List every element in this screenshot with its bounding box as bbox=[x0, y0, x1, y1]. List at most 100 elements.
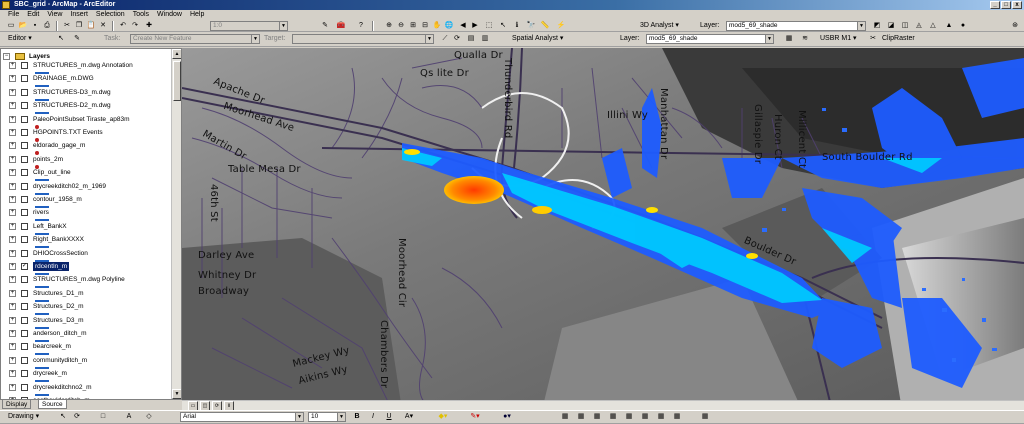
drawing-tool-icon-2[interactable]: ▦ bbox=[576, 412, 586, 422]
3d-layer-combo[interactable]: mod5_69_shade ▼ bbox=[726, 21, 866, 31]
scroll-thumb[interactable] bbox=[173, 61, 181, 101]
select-elements-tool-icon[interactable]: ↖ bbox=[58, 412, 68, 422]
scroll-down-icon[interactable]: ▼ bbox=[172, 389, 181, 399]
layer-visibility-checkbox[interactable] bbox=[21, 196, 28, 203]
menu-edit[interactable]: Edit bbox=[27, 10, 39, 20]
font-color-icon[interactable]: A▾ bbox=[404, 412, 414, 422]
save-icon[interactable]: ▪ bbox=[30, 21, 40, 31]
clipraster-button[interactable]: ClipRaster bbox=[882, 34, 915, 44]
drawing-tool-icon-3[interactable]: ▦ bbox=[592, 412, 602, 422]
expand-icon[interactable]: + bbox=[9, 75, 16, 83]
whats-this-icon[interactable]: ? bbox=[356, 21, 366, 31]
toc-layer-item[interactable]: + Structures_D1_m bbox=[1, 289, 173, 298]
drawing-tool-icon-9[interactable]: ▦ bbox=[700, 412, 710, 422]
layer-visibility-checkbox[interactable] bbox=[21, 142, 28, 150]
expand-icon[interactable]: + bbox=[9, 330, 16, 337]
toc-layer-item[interactable]: + PaleoPointSubset Tiraste_ap83m bbox=[1, 115, 173, 124]
menu-insert[interactable]: Insert bbox=[70, 10, 88, 20]
full-extent-icon[interactable]: 🌐 bbox=[444, 21, 454, 31]
toc-layer-item[interactable]: + DHIOCrossSection bbox=[1, 249, 173, 258]
editor-toolbar-icon[interactable]: ✎ bbox=[320, 21, 330, 31]
layer-visibility-checkbox[interactable] bbox=[21, 129, 28, 136]
toc-layer-item[interactable]: + anderson_ditch_m bbox=[1, 329, 173, 338]
expand-icon[interactable]: + bbox=[9, 316, 16, 324]
add-data-icon[interactable]: ✚ bbox=[144, 21, 154, 31]
toc-layer-item[interactable]: + ✓ rdcentln_m bbox=[1, 262, 173, 271]
toc-layer-item[interactable]: + points_2m bbox=[1, 155, 173, 164]
layer-visibility-checkbox[interactable] bbox=[21, 276, 28, 284]
toc-layer-item[interactable]: + drycreekditch02_m_1969 bbox=[1, 182, 173, 191]
rotate-tool-icon[interactable]: ⟳ bbox=[452, 34, 462, 44]
zoom-in-icon[interactable]: ⊕ bbox=[384, 21, 394, 31]
toc-layer-item[interactable]: + Left_BankX bbox=[1, 222, 173, 231]
expand-icon[interactable]: + bbox=[9, 142, 16, 150]
3d-tool-icon-5[interactable]: △ bbox=[928, 21, 938, 31]
menu-tools[interactable]: Tools bbox=[133, 10, 149, 20]
layer-visibility-checkbox[interactable] bbox=[21, 88, 28, 96]
toc-layer-item[interactable]: + communityditch_m bbox=[1, 356, 173, 365]
toc-layer-item[interactable]: + DRAINAGE_m.DWG bbox=[1, 74, 173, 83]
cut-icon[interactable]: ✂ bbox=[62, 21, 72, 31]
rectangle-tool-icon[interactable]: □ bbox=[98, 412, 108, 422]
expand-icon[interactable]: + bbox=[9, 236, 16, 244]
toc-layer-item[interactable]: + STRUCTURES-D2_m.dwg bbox=[1, 101, 173, 110]
layer-visibility-checkbox[interactable] bbox=[21, 316, 28, 324]
paste-icon[interactable]: 📋 bbox=[86, 21, 96, 31]
toc-layer-item[interactable]: + contour_1958_m bbox=[1, 195, 173, 204]
layer-visibility-checkbox[interactable] bbox=[21, 155, 28, 163]
toc-layer-item[interactable]: + STRUCTURES_m.dwg Polyline bbox=[1, 275, 173, 284]
layer-visibility-checkbox[interactable] bbox=[21, 75, 28, 83]
fixed-zoom-out-icon[interactable]: ⊟ bbox=[420, 21, 430, 31]
bold-button[interactable]: B bbox=[352, 412, 362, 422]
back-extent-icon[interactable]: ◀ bbox=[458, 21, 468, 31]
layer-visibility-checkbox[interactable]: ✓ bbox=[21, 263, 28, 270]
histogram-icon[interactable]: ▦ bbox=[784, 34, 794, 44]
arcscene-icon[interactable]: ▲ bbox=[944, 21, 954, 31]
toc-layer-item[interactable]: + STRUCTURES_m.dwg Annotation bbox=[1, 61, 173, 70]
3d-tool-icon-4[interactable]: ◬ bbox=[914, 21, 924, 31]
expand-icon[interactable]: + bbox=[9, 263, 16, 270]
menu-selection[interactable]: Selection bbox=[96, 10, 125, 20]
drawing-tool-icon-8[interactable]: ▦ bbox=[672, 412, 682, 422]
print-icon[interactable]: ⎙ bbox=[42, 21, 52, 31]
sketch-tool-icon[interactable]: ✎ bbox=[72, 34, 82, 44]
edit-vertices-icon[interactable]: ◇ bbox=[144, 412, 154, 422]
attributes-icon[interactable]: ▤ bbox=[466, 34, 476, 44]
redo-icon[interactable]: ↷ bbox=[130, 21, 140, 31]
layer-visibility-checkbox[interactable] bbox=[21, 209, 28, 217]
expand-icon[interactable]: + bbox=[9, 289, 16, 297]
drawing-tool-icon-7[interactable]: ▦ bbox=[656, 412, 666, 422]
select-elements-icon[interactable]: ↖ bbox=[498, 21, 508, 31]
spatial-layer-combo[interactable]: mod5_69_shade ▼ bbox=[646, 34, 774, 44]
expand-icon[interactable]: + bbox=[9, 222, 16, 230]
toc-vertical-scrollbar[interactable]: ▲ ▼ bbox=[171, 49, 181, 399]
layer-visibility-checkbox[interactable] bbox=[21, 370, 28, 378]
toc-layer-item[interactable]: + STRUCTURES-D3_m.dwg bbox=[1, 88, 173, 97]
map-horizontal-scrollbar[interactable]: ▭ ◫ ⟳ Ⅱ bbox=[182, 400, 1024, 411]
menu-file[interactable]: File bbox=[8, 10, 19, 20]
delete-icon[interactable]: ✕ bbox=[98, 21, 108, 31]
drawing-menu[interactable]: Drawing ▾ bbox=[8, 412, 39, 422]
target-combo[interactable]: ▼ bbox=[292, 34, 434, 44]
toc-layer-item[interactable]: + drycreekditchno2_m bbox=[1, 383, 173, 392]
expand-icon[interactable]: + bbox=[9, 356, 16, 364]
layer-visibility-checkbox[interactable] bbox=[21, 222, 28, 230]
identify-icon[interactable]: ℹ bbox=[512, 21, 522, 31]
arcglobe-icon[interactable]: ● bbox=[958, 21, 968, 31]
drawing-tool-icon-6[interactable]: ▦ bbox=[640, 412, 650, 422]
maximize-button[interactable]: □ bbox=[1001, 1, 1011, 9]
minimize-button[interactable]: _ bbox=[990, 1, 1000, 9]
tab-source[interactable]: Source bbox=[38, 400, 67, 409]
edit-tool-icon[interactable]: ↖ bbox=[56, 34, 66, 44]
3d-tool-icon-2[interactable]: ◪ bbox=[886, 21, 896, 31]
toc-layer-item[interactable]: + Right_BankXXXX bbox=[1, 235, 173, 244]
forward-extent-icon[interactable]: ▶ bbox=[470, 21, 480, 31]
expand-icon[interactable]: + bbox=[9, 102, 16, 110]
task-combo[interactable]: Create New Feature ▼ bbox=[130, 34, 260, 44]
toc-layer-item[interactable]: + drycreek_m bbox=[1, 369, 173, 378]
underline-button[interactable]: U bbox=[384, 412, 394, 422]
scroll-up-icon[interactable]: ▲ bbox=[172, 49, 181, 59]
layer-visibility-checkbox[interactable] bbox=[21, 249, 28, 257]
menu-help[interactable]: Help bbox=[190, 10, 204, 20]
select-features-icon[interactable]: ⬚ bbox=[484, 21, 494, 31]
